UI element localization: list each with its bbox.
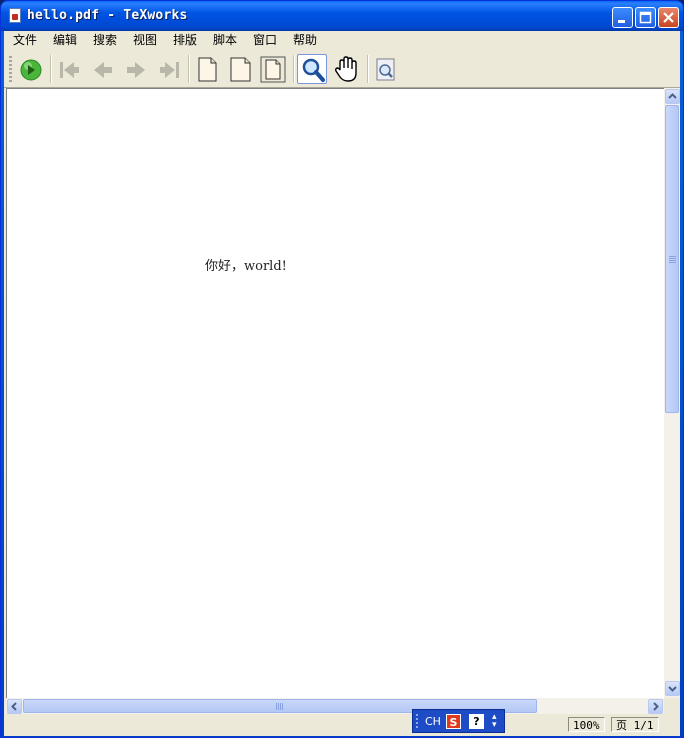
sogou-ime-icon[interactable]: S bbox=[446, 714, 461, 729]
scroll-down-button[interactable] bbox=[665, 681, 680, 696]
zoom-level[interactable]: 100% bbox=[568, 717, 605, 732]
texworks-window: hello.pdf - TeXworks 文件 编辑 搜索 视图 排版 脚本 窗… bbox=[0, 0, 684, 738]
status-bar: CH S ? ▴ ▾ 100% 页 1/1 bbox=[4, 709, 680, 736]
last-page-button[interactable] bbox=[155, 54, 185, 84]
typeset-play-icon bbox=[20, 59, 42, 81]
close-icon bbox=[663, 12, 674, 23]
ime-language[interactable]: CH bbox=[425, 715, 441, 728]
scroll-right-button[interactable] bbox=[648, 699, 663, 714]
first-page-icon bbox=[60, 62, 79, 78]
arrow-left-icon bbox=[11, 702, 17, 711]
close-button[interactable] bbox=[658, 7, 679, 28]
menu-bar: 文件 编辑 搜索 视图 排版 脚本 窗口 帮助 bbox=[4, 31, 680, 50]
ime-options-icon[interactable]: ▴ ▾ bbox=[492, 713, 497, 730]
first-page-button[interactable] bbox=[54, 54, 84, 84]
ime-toolbar[interactable]: CH S ? ▴ ▾ bbox=[412, 709, 505, 733]
menu-file[interactable]: 文件 bbox=[8, 32, 42, 49]
scroll-hand-button[interactable] bbox=[331, 54, 361, 84]
previous-page-button[interactable] bbox=[88, 54, 118, 84]
menu-window[interactable]: 窗口 bbox=[248, 32, 282, 49]
menu-search[interactable]: 搜索 bbox=[88, 32, 122, 49]
menu-edit[interactable]: 编辑 bbox=[48, 32, 82, 49]
maximize-button[interactable] bbox=[635, 7, 656, 28]
menu-scripts[interactable]: 脚本 bbox=[208, 32, 242, 49]
next-page-icon bbox=[127, 62, 145, 78]
arrow-down-icon bbox=[668, 686, 677, 692]
client-area: 文件 编辑 搜索 视图 排版 脚本 窗口 帮助 你好，world! CH S ?… bbox=[4, 31, 680, 736]
ime-help-icon[interactable]: ? bbox=[469, 714, 484, 729]
actual-size-button[interactable] bbox=[192, 54, 222, 84]
typeset-button[interactable] bbox=[16, 54, 46, 84]
title-bar[interactable]: hello.pdf - TeXworks bbox=[1, 1, 683, 31]
menu-help[interactable]: 帮助 bbox=[288, 32, 322, 49]
page-indicator[interactable]: 页 1/1 bbox=[611, 717, 659, 732]
scrollbar-corner bbox=[664, 698, 680, 714]
toolbar bbox=[4, 51, 680, 88]
pdf-document-icon[interactable] bbox=[9, 8, 21, 23]
fit-width-button[interactable] bbox=[225, 54, 255, 84]
scroll-hand-icon bbox=[334, 56, 357, 82]
next-page-button[interactable] bbox=[121, 54, 151, 84]
document-text: 你好，world! bbox=[205, 259, 287, 274]
find-in-source-icon bbox=[376, 58, 395, 81]
menu-typeset[interactable]: 排版 bbox=[168, 32, 202, 49]
actual-size-icon bbox=[198, 57, 217, 82]
last-page-icon bbox=[160, 62, 179, 78]
toolbar-grip[interactable] bbox=[9, 56, 12, 82]
thumb-grip bbox=[669, 256, 676, 263]
pdf-viewer[interactable]: 你好，world! bbox=[6, 88, 665, 699]
scroll-left-button[interactable] bbox=[7, 699, 22, 714]
minimize-button[interactable] bbox=[612, 7, 633, 28]
magnify-tool-icon bbox=[302, 58, 325, 82]
fit-window-button[interactable] bbox=[258, 54, 288, 84]
previous-page-icon bbox=[94, 62, 112, 78]
window-title: hello.pdf - TeXworks bbox=[27, 8, 188, 23]
arrow-right-icon bbox=[653, 702, 659, 711]
fit-window-icon bbox=[260, 56, 286, 83]
vertical-scroll-thumb[interactable] bbox=[665, 105, 679, 413]
toolbar-separator bbox=[367, 55, 369, 83]
toolbar-separator bbox=[188, 55, 190, 83]
fit-width-icon bbox=[230, 57, 251, 82]
horizontal-scrollbar[interactable] bbox=[6, 698, 664, 714]
find-in-source-button[interactable] bbox=[371, 54, 401, 84]
toolbar-separator bbox=[293, 55, 295, 83]
maximize-icon bbox=[639, 11, 652, 24]
scroll-up-button[interactable] bbox=[665, 89, 680, 104]
arrow-up-icon bbox=[668, 93, 677, 99]
minimize-icon bbox=[618, 20, 625, 23]
toolbar-separator bbox=[50, 55, 52, 83]
menu-view[interactable]: 视图 bbox=[128, 32, 162, 49]
ime-grip[interactable] bbox=[416, 714, 418, 730]
vertical-scrollbar[interactable] bbox=[664, 88, 680, 698]
thumb-grip bbox=[276, 703, 283, 710]
magnify-tool-button[interactable] bbox=[297, 54, 327, 84]
